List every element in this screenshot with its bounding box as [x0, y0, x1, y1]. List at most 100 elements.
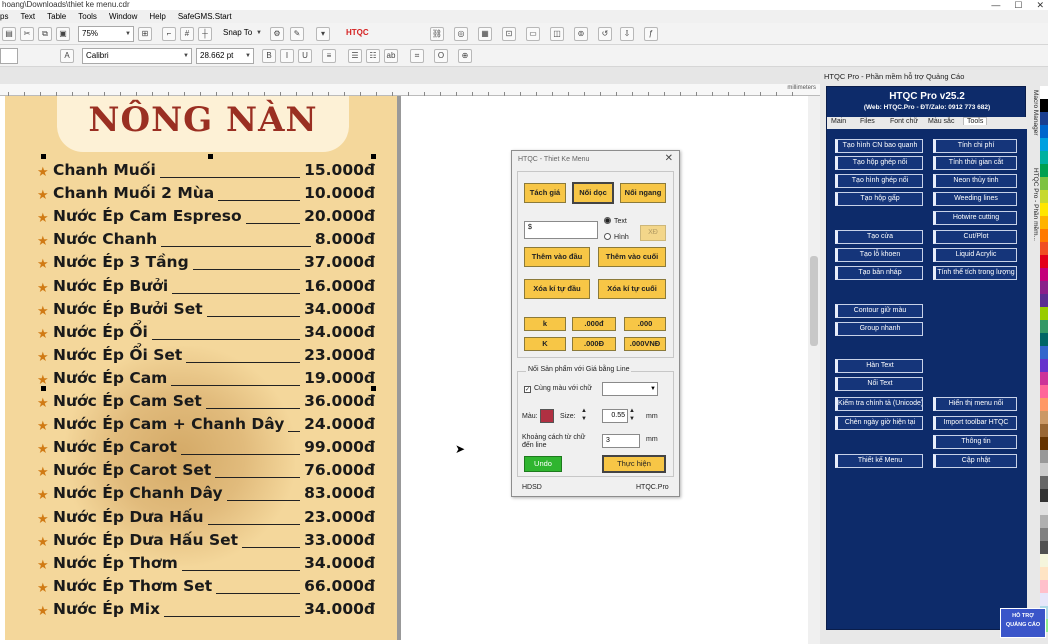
palette-swatch[interactable] — [1040, 151, 1048, 164]
rulers-icon[interactable]: ⌐ — [162, 27, 176, 41]
tab-mau-sac[interactable]: Màu sắc — [928, 118, 954, 125]
maximize-button[interactable]: ☐ — [1014, 0, 1022, 10]
palette-swatch[interactable] — [1040, 229, 1048, 242]
hdsd-link[interactable]: HDSD — [522, 484, 542, 491]
tool-icon-1[interactable]: ⛓ — [430, 27, 444, 41]
undo-button[interactable]: Undo — [524, 456, 562, 472]
selection-handle[interactable] — [371, 154, 376, 159]
palette-swatch[interactable] — [1040, 424, 1048, 437]
palette-swatch[interactable] — [1040, 138, 1048, 151]
panel-button[interactable]: Import toolbar HTQC — [933, 416, 1017, 430]
panel-button[interactable]: Thiết kế Menu — [835, 454, 923, 468]
line-color-swatch[interactable] — [540, 409, 554, 423]
palette-swatch[interactable] — [1040, 203, 1048, 216]
palette-swatch[interactable] — [1040, 476, 1048, 489]
panel-button[interactable]: Thông tin — [933, 435, 1017, 449]
italic-icon[interactable]: I — [280, 49, 294, 63]
bullet-list-icon[interactable]: ☰ — [348, 49, 362, 63]
copy-icon[interactable]: ⧉ — [38, 27, 52, 41]
menu-item-table[interactable]: Table — [47, 12, 66, 21]
palette-swatch[interactable] — [1040, 541, 1048, 554]
add-icon[interactable]: ⊕ — [458, 49, 472, 63]
panel-button[interactable]: Contour giữ màu — [835, 304, 923, 318]
menu-item-row[interactable]: ★ Nước Ép Mix 34.000đ — [37, 599, 375, 622]
size-spinner-right[interactable]: ▲ ▼ — [629, 407, 635, 423]
panel-button[interactable]: Tạo hộp ghép nối — [835, 156, 923, 170]
palette-swatch[interactable] — [1040, 307, 1048, 320]
panel-button[interactable]: Tạo cửa — [835, 230, 923, 244]
menu-item-row[interactable]: ★ Nước Ép Thơm 34.000đ — [37, 553, 375, 576]
tab-main[interactable]: Main — [831, 118, 846, 125]
panel-button[interactable]: Tạo lỗ khoen — [835, 248, 923, 262]
xd-button[interactable]: XĐ — [640, 225, 666, 241]
menu-item-row[interactable]: ★ Nước Ép Cam + Chanh Dây 24.000đ — [37, 414, 375, 437]
minimize-button[interactable]: — — [991, 0, 1000, 10]
palette-swatch[interactable] — [1040, 164, 1048, 177]
palette-swatch[interactable] — [1040, 463, 1048, 476]
format-000D-button[interactable]: .000Đ — [572, 337, 616, 351]
tool-icon-5[interactable]: ▭ — [526, 27, 540, 41]
panel-button[interactable]: Tạo hình ghép nối — [835, 174, 923, 188]
khoang-cach-input[interactable]: 3 — [602, 434, 640, 448]
palette-swatch[interactable] — [1040, 190, 1048, 203]
radio-text[interactable]: Text — [604, 217, 627, 225]
panel-button[interactable]: Tính thời gian cắt — [933, 156, 1017, 170]
xoa-ki-tu-cuoi-button[interactable]: Xóa kí tự cuối — [598, 279, 666, 299]
cung-mau-checkbox[interactable]: ✓ Cùng màu với chữ — [524, 385, 592, 393]
menu-poster[interactable]: NÔNG NÀN ★ Chanh Muối 15.000đ ★ Chanh Muối 2… — [5, 96, 401, 640]
bold-icon[interactable]: B — [262, 49, 276, 63]
tab-tools[interactable]: Tools — [963, 117, 988, 125]
them-vao-dau-button[interactable]: Thêm vào đầu — [524, 247, 590, 267]
palette-swatch[interactable] — [1040, 593, 1048, 606]
menu-item-row[interactable]: ★ Nước Chanh 8.000đ — [37, 229, 375, 252]
palette-swatch[interactable] — [1040, 255, 1048, 268]
panel-button[interactable]: Chèn ngày giờ hiện tại — [835, 416, 923, 430]
palette-swatch[interactable] — [1040, 385, 1048, 398]
cut-icon[interactable]: ✂ — [20, 27, 34, 41]
tool-icon-6[interactable]: ◫ — [550, 27, 564, 41]
tach-gia-button[interactable]: Tách giá — [524, 183, 566, 203]
menu-item-ps[interactable]: ps — [0, 12, 8, 21]
menu-item-tools[interactable]: Tools — [78, 12, 97, 21]
docker-tab-htqc-pro[interactable]: HTQC Pro - Phần mềm... — [1028, 168, 1039, 241]
align-icon[interactable]: ≡ — [322, 49, 336, 63]
palette-swatch[interactable] — [1040, 333, 1048, 346]
palette-swatch[interactable] — [1040, 528, 1048, 541]
outline-icon[interactable]: O — [434, 49, 448, 63]
palette-swatch[interactable] — [1040, 268, 1048, 281]
edit-text-icon[interactable]: ⌗ — [410, 49, 424, 63]
text-tool-icon[interactable]: A — [60, 49, 74, 63]
menu-item-row[interactable]: ★ Nước Ép 3 Tầng 37.000đ — [37, 252, 375, 275]
menu-item-row[interactable]: ★ Nước Ép Cam Espreso 20.000đ — [37, 206, 375, 229]
them-vao-cuoi-button[interactable]: Thêm vào cuối — [598, 247, 666, 267]
size-input[interactable]: 0.55 — [602, 409, 628, 423]
docker-tab-macro-manager[interactable]: Macro Manager — [1028, 90, 1039, 136]
full-screen-icon[interactable]: ⊞ — [138, 27, 152, 41]
palette-swatch[interactable] — [1040, 216, 1048, 229]
palette-swatch[interactable] — [1040, 554, 1048, 567]
format-000-button[interactable]: .000 — [624, 317, 666, 331]
tab-files[interactable]: Files — [860, 118, 875, 125]
panel-button[interactable]: Hotwire cutting — [933, 211, 1017, 225]
menu-item-row[interactable]: ★ Nước Ép Bưởi Set 34.000đ — [37, 299, 375, 322]
close-icon[interactable]: ✕ — [665, 153, 673, 164]
menu-item-row[interactable]: ★ Chanh Muối 15.000đ — [37, 160, 375, 183]
xoa-ki-tu-dau-button[interactable]: Xóa kí tự đầu — [524, 279, 590, 299]
panel-button[interactable]: Hiển thị menu nổi — [933, 397, 1017, 411]
palette-swatch[interactable] — [1040, 437, 1048, 450]
tool-icon-4[interactable]: ⊡ — [502, 27, 516, 41]
format-000vnd-button[interactable]: .000VNĐ — [624, 337, 666, 351]
palette-swatch[interactable] — [1040, 411, 1048, 424]
settings-icon[interactable]: ⚙ — [270, 27, 284, 41]
numbered-list-icon[interactable]: ☷ — [366, 49, 380, 63]
palette-swatch[interactable] — [1040, 372, 1048, 385]
menu-item-row[interactable]: ★ Nước Ép Thơm Set 66.000đ — [37, 576, 375, 599]
tool-icon-9[interactable]: ⇩ — [620, 27, 634, 41]
panel-button[interactable]: Tạo hình CN bao quanh — [835, 139, 923, 153]
menu-item-text[interactable]: Text — [20, 12, 35, 21]
scrollbar-thumb[interactable] — [810, 256, 818, 346]
launch-icon[interactable]: ▾ — [316, 27, 330, 41]
menu-item-row[interactable]: ★ Nước Ép Dưa Hấu 23.000đ — [37, 507, 375, 530]
tool-icon-3[interactable]: ▦ — [478, 27, 492, 41]
palette-swatch[interactable] — [1040, 489, 1048, 502]
